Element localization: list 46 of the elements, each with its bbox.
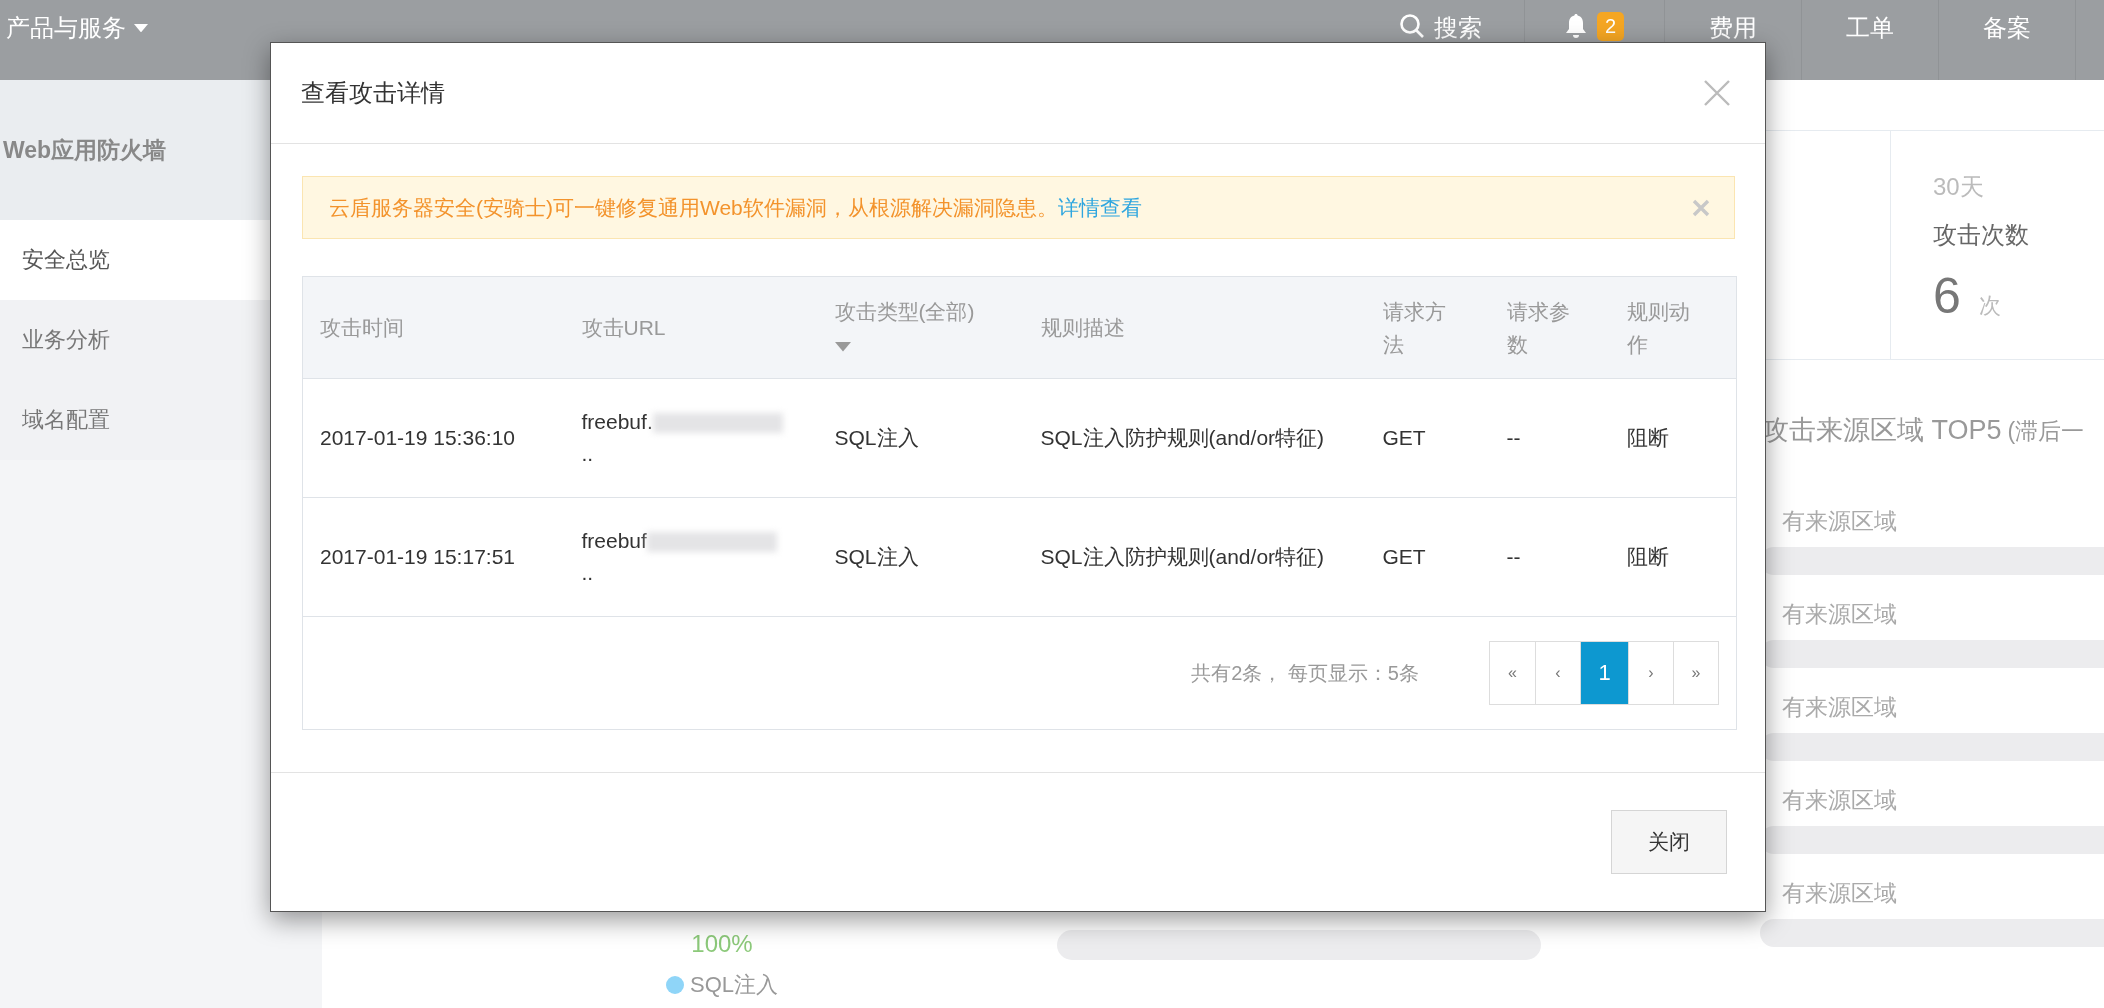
column-header[interactable]: 攻击类型(全部) [817,276,1024,379]
percent-label: 100% [691,930,753,958]
rule-cell: SQL注入防护规则(and/or特征) [1023,497,1366,617]
time-cell: 2017-01-19 15:17:51 [302,497,565,617]
nav-link[interactable]: 工单 [1801,0,1938,80]
rule-cell: SQL注入防护规则(and/or特征) [1023,378,1366,498]
type-cell: SQL注入 [817,497,1024,617]
column-header: 攻击URL [564,276,818,379]
method-cell: GET [1365,497,1490,617]
legend-label: SQL注入 [690,971,778,999]
pagination-summary: 共有2条， 每页显示：5条 [1191,660,1419,686]
region-label: 有来源区域 [1782,600,1898,629]
column-header: 攻击时间 [302,276,565,379]
stat-value: 6 [1933,267,1961,325]
products-menu[interactable]: 产品与服务 [0,0,154,56]
section-note: (滞后一 [2007,417,2085,446]
stat-period: 30天 [1933,172,1985,202]
section-title: 攻击来源区域 TOP5 [1762,414,2002,447]
region-label: 有来源区域 [1782,693,1898,722]
type-cell: SQL注入 [817,378,1024,498]
column-header: 规则描述 [1023,276,1366,379]
stat-unit: 次 [1978,292,2001,320]
notification-count: 2 [1596,12,1624,41]
region-label: 有来源区域 [1782,879,1898,908]
column-header: 规则动作 [1609,276,1737,379]
page-button[interactable]: 1 [1580,642,1628,704]
column-header: 请求参数 [1489,276,1610,379]
url-text: freebuf [581,529,647,552]
time-cell: 2017-01-19 15:36:10 [302,378,565,498]
action-cell: 阻断 [1609,497,1737,617]
url-text: .. [581,442,594,465]
details-link[interactable]: 详情查看 [1057,195,1142,219]
params-cell: -- [1489,378,1610,498]
url-text: .. [581,561,594,584]
region-label: 有来源区域 [1782,507,1898,536]
notice-text: 云盾服务器安全(安骑士)可一键修复通用Web软件漏洞，从根源解决漏洞隐患。详情查看 [329,194,1142,221]
url-text: freebuf. [581,410,653,433]
method-cell: GET [1365,378,1490,498]
search-button[interactable]: 搜索 [1357,0,1524,80]
close-dialog-button[interactable]: 关闭 [1611,810,1727,874]
params-cell: -- [1489,497,1610,617]
region-label: 有来源区域 [1782,786,1898,815]
column-header: 请求方法 [1365,276,1490,379]
nav-link[interactable]: 备案 [1938,0,2075,80]
stat-label: 攻击次数 [1933,220,2029,250]
action-cell: 阻断 [1609,378,1737,498]
